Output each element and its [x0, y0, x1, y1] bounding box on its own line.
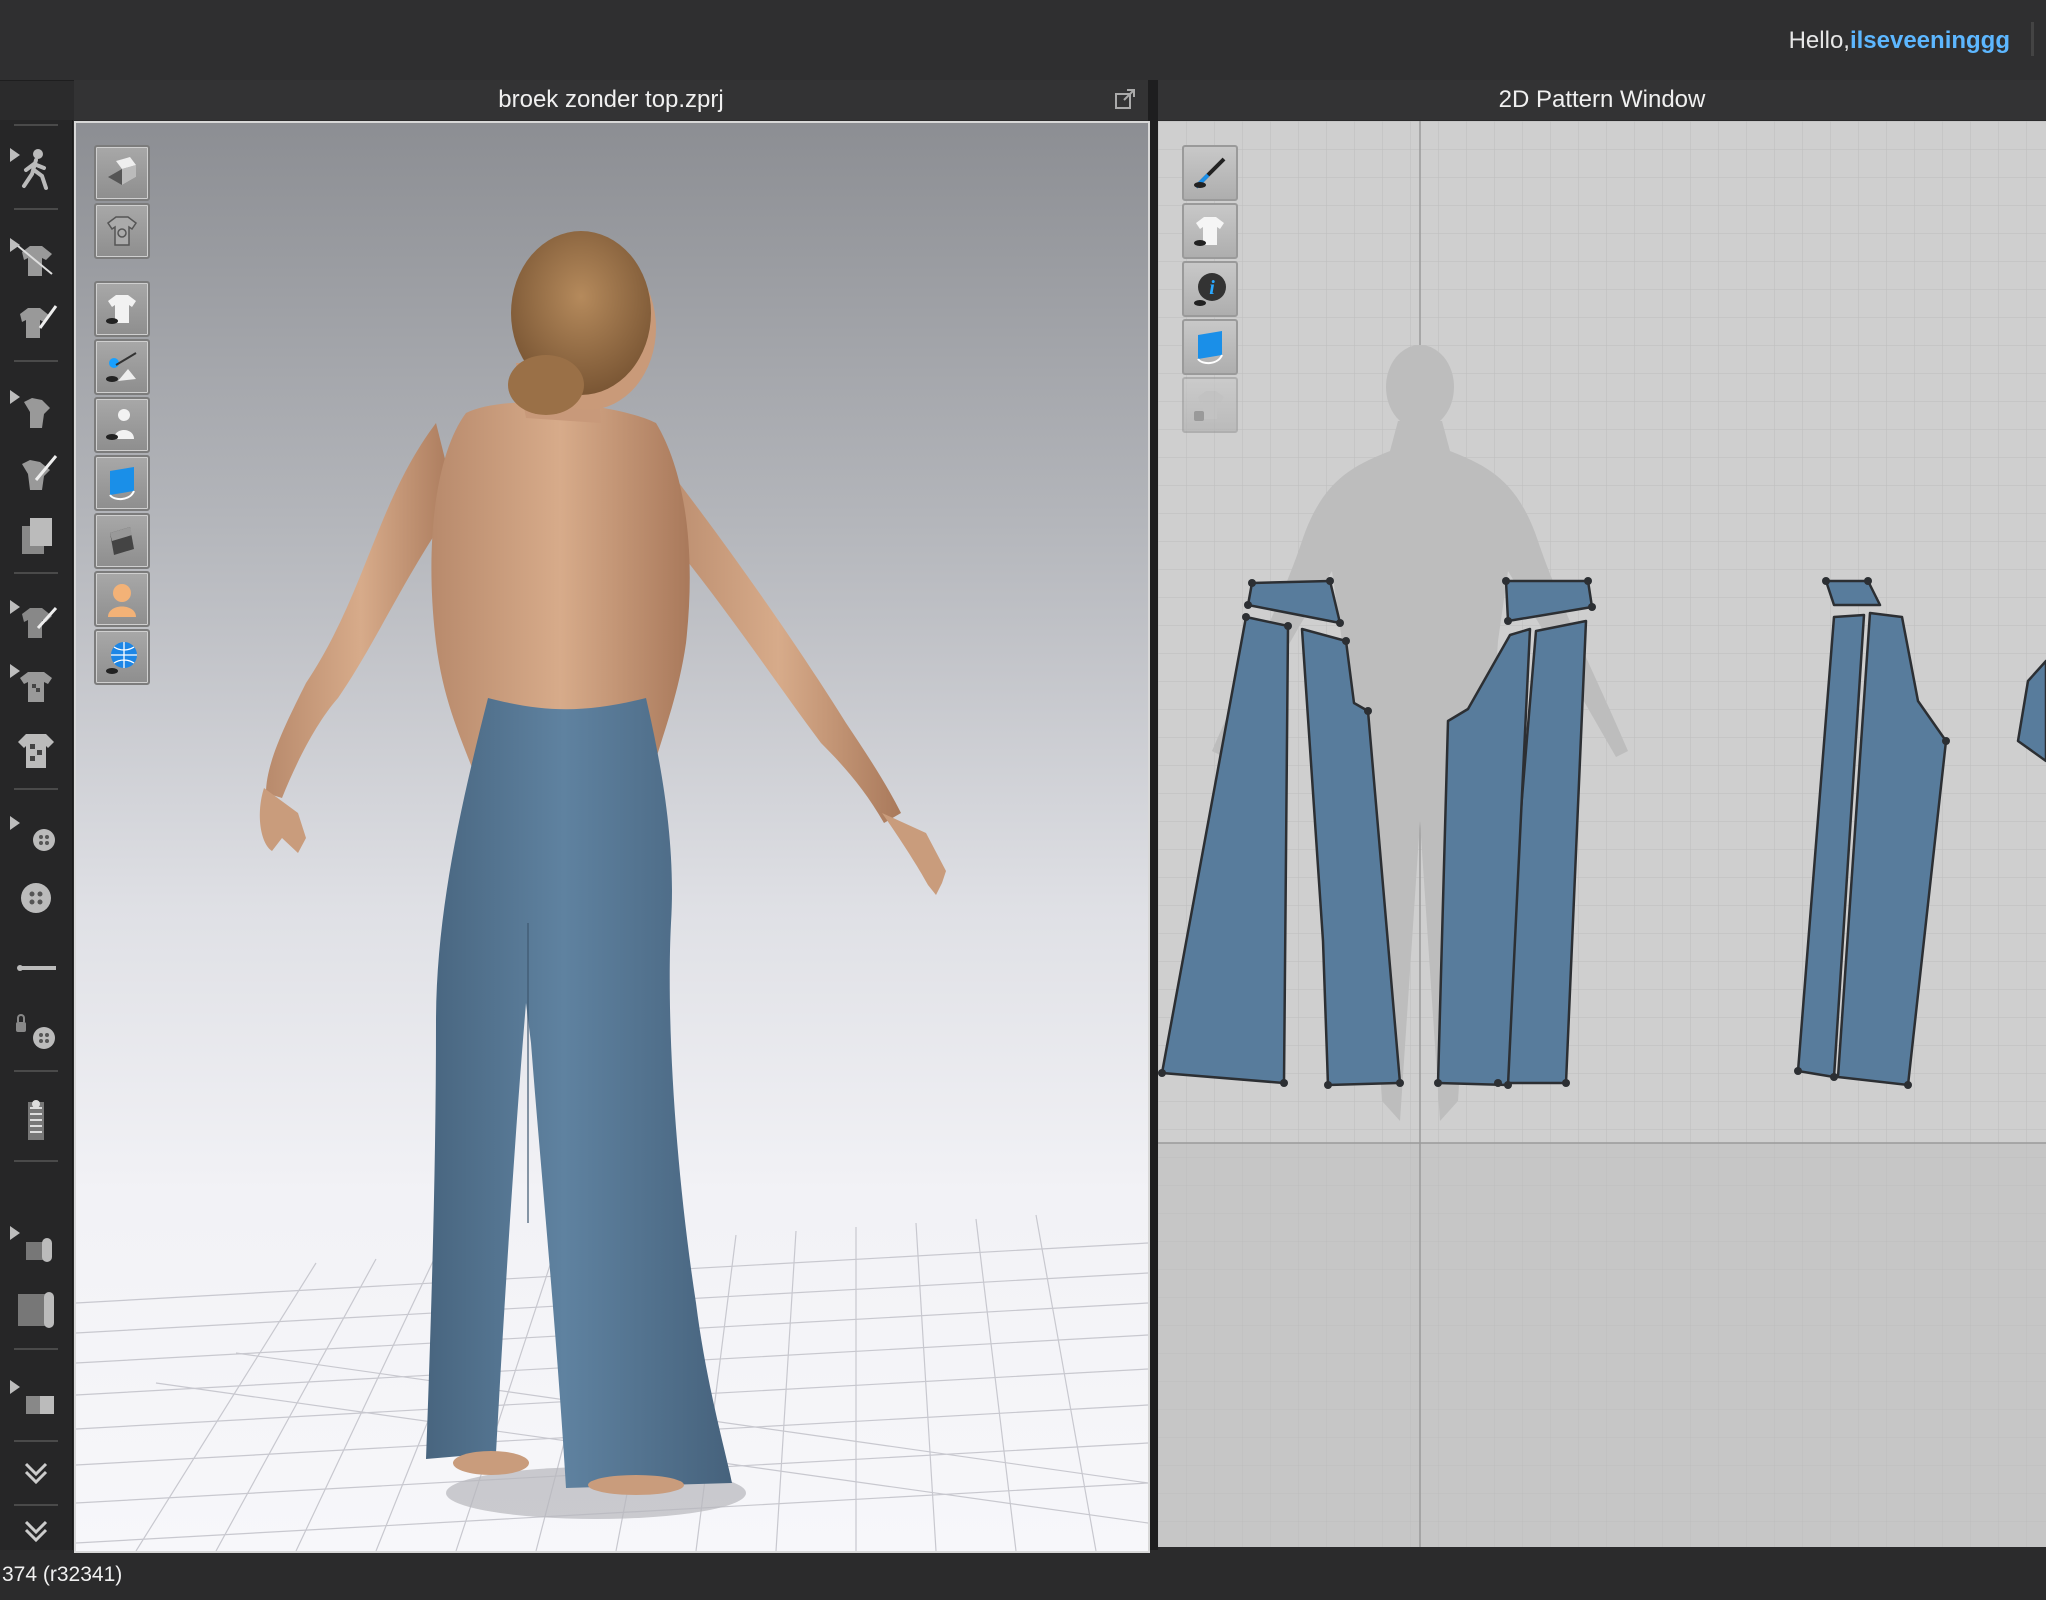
lock-pattern-button[interactable] [1182, 377, 1238, 433]
view2d-pattern-window[interactable]: i [1158, 121, 2046, 1547]
show-pins-icon [106, 352, 137, 382]
info-button[interactable]: i [1182, 261, 1238, 317]
show-fabric-2d-icon [1197, 331, 1223, 365]
expand-icon [24, 1462, 48, 1485]
submenu-arrow-icon[interactable] [10, 600, 20, 614]
transform-pattern-tool[interactable] [6, 382, 66, 442]
submenu-arrow-icon[interactable] [10, 816, 20, 830]
topstitch-icon [17, 965, 56, 971]
fabric-tool[interactable] [6, 1280, 66, 1340]
avatar-skin-icon [108, 584, 136, 617]
environment-icon [106, 642, 137, 674]
show-avatar-button[interactable] [94, 397, 150, 453]
edit-curvature-tool[interactable] [6, 292, 66, 352]
texture-edit-tool[interactable] [6, 592, 66, 652]
greeting-text: Hello, [1788, 27, 1850, 54]
buttonhole-tool[interactable] [6, 1002, 66, 1062]
view3d-title: broek zonder top.zprj [498, 86, 724, 113]
fabric-display-button[interactable] [94, 455, 150, 511]
svg-text:i: i [1209, 277, 1215, 299]
scene-3d [76, 231, 1148, 1551]
garment-texture-icon [106, 216, 138, 246]
status-bar: 374 (r32341) [0, 1557, 122, 1593]
add-pattern-icon [22, 518, 52, 554]
edit-pattern-icon [22, 455, 58, 490]
lock-pattern-icon [1194, 391, 1224, 421]
zipper-tool[interactable] [6, 1090, 66, 1150]
topstitch-tool[interactable] [6, 938, 66, 998]
material-tool[interactable] [6, 1372, 66, 1432]
show-garment-2d-icon [1194, 217, 1224, 246]
show-garment-2d-button[interactable] [1182, 203, 1238, 259]
show-pins-button[interactable] [94, 339, 150, 395]
environment-button[interactable] [94, 629, 150, 685]
toolbar-separator [14, 360, 58, 362]
fabric-roll-tool[interactable] [6, 1218, 66, 1278]
print-icon [18, 734, 54, 768]
toolbar-separator [14, 788, 58, 790]
expand-more-icon [24, 1520, 48, 1543]
display-box-icon [108, 157, 136, 185]
show-fabric-2d-button[interactable] [1182, 319, 1238, 375]
display-box-button[interactable] [94, 145, 150, 201]
fabric-display-icon [109, 467, 135, 501]
show-garment-icon [106, 295, 136, 324]
view3d-viewport[interactable] [74, 121, 1150, 1553]
pattern-canvas [1158, 121, 2046, 1547]
toolbar-separator [14, 572, 58, 574]
avatar-pose-tool[interactable] [6, 140, 66, 200]
info-icon: i [1194, 273, 1226, 306]
build-version: 374 (r32341) [2, 1563, 123, 1586]
edit-garment-tool[interactable] [6, 230, 66, 290]
submenu-arrow-icon[interactable] [10, 1226, 20, 1240]
show-garment-button[interactable] [94, 281, 150, 337]
submenu-arrow-icon[interactable] [10, 390, 20, 404]
popout-icon[interactable] [1114, 88, 1136, 110]
edit-pattern-tool[interactable] [6, 444, 66, 504]
show-avatar-icon [106, 409, 134, 440]
zipper-icon [28, 1100, 44, 1140]
fabric-icon [18, 1292, 54, 1328]
expand-toolbar[interactable] [6, 1442, 66, 1502]
submenu-arrow-icon[interactable] [10, 1380, 20, 1394]
garment-texture-button[interactable] [94, 203, 150, 259]
username-link[interactable]: ilseveeninggg [1850, 27, 2010, 54]
toolbar-separator [14, 1348, 58, 1350]
show-sewing-lines-icon [1194, 157, 1226, 189]
button-select-tool[interactable] [6, 808, 66, 868]
surface-display-button[interactable] [94, 513, 150, 569]
submenu-arrow-icon[interactable] [10, 148, 20, 162]
button-tool[interactable] [6, 868, 66, 928]
header-separator [2031, 22, 2034, 56]
toolbar-separator [14, 124, 58, 126]
toolbar-separator [14, 1160, 58, 1162]
button-icon [21, 883, 51, 913]
show-sewing-lines-button[interactable] [1182, 145, 1238, 201]
buttonhole-lock-icon [16, 1014, 55, 1049]
expand-more-toolbar[interactable] [6, 1500, 66, 1560]
toolbar-separator [14, 1070, 58, 1072]
left-toolbar [0, 120, 73, 1550]
submenu-arrow-icon[interactable] [10, 664, 20, 678]
avatar-skin-button[interactable] [94, 571, 150, 627]
top-bar: Hello,ilseveeninggg [0, 0, 2046, 81]
view3d-title-bar: broek zonder top.zprj [74, 80, 1148, 120]
add-pattern-tool[interactable] [6, 506, 66, 566]
graphic-tool[interactable] [6, 656, 66, 716]
view2d-title: 2D Pattern Window [1498, 86, 1706, 113]
surface-display-icon [110, 527, 134, 555]
view2d-title-bar: 2D Pattern Window [1158, 80, 2046, 120]
print-tool[interactable] [6, 720, 66, 780]
toolbar-separator [14, 208, 58, 210]
user-greeting: Hello,ilseveeninggg [1789, 27, 2010, 55]
submenu-arrow-icon[interactable] [10, 238, 20, 252]
edit-curvature-icon [20, 305, 58, 338]
